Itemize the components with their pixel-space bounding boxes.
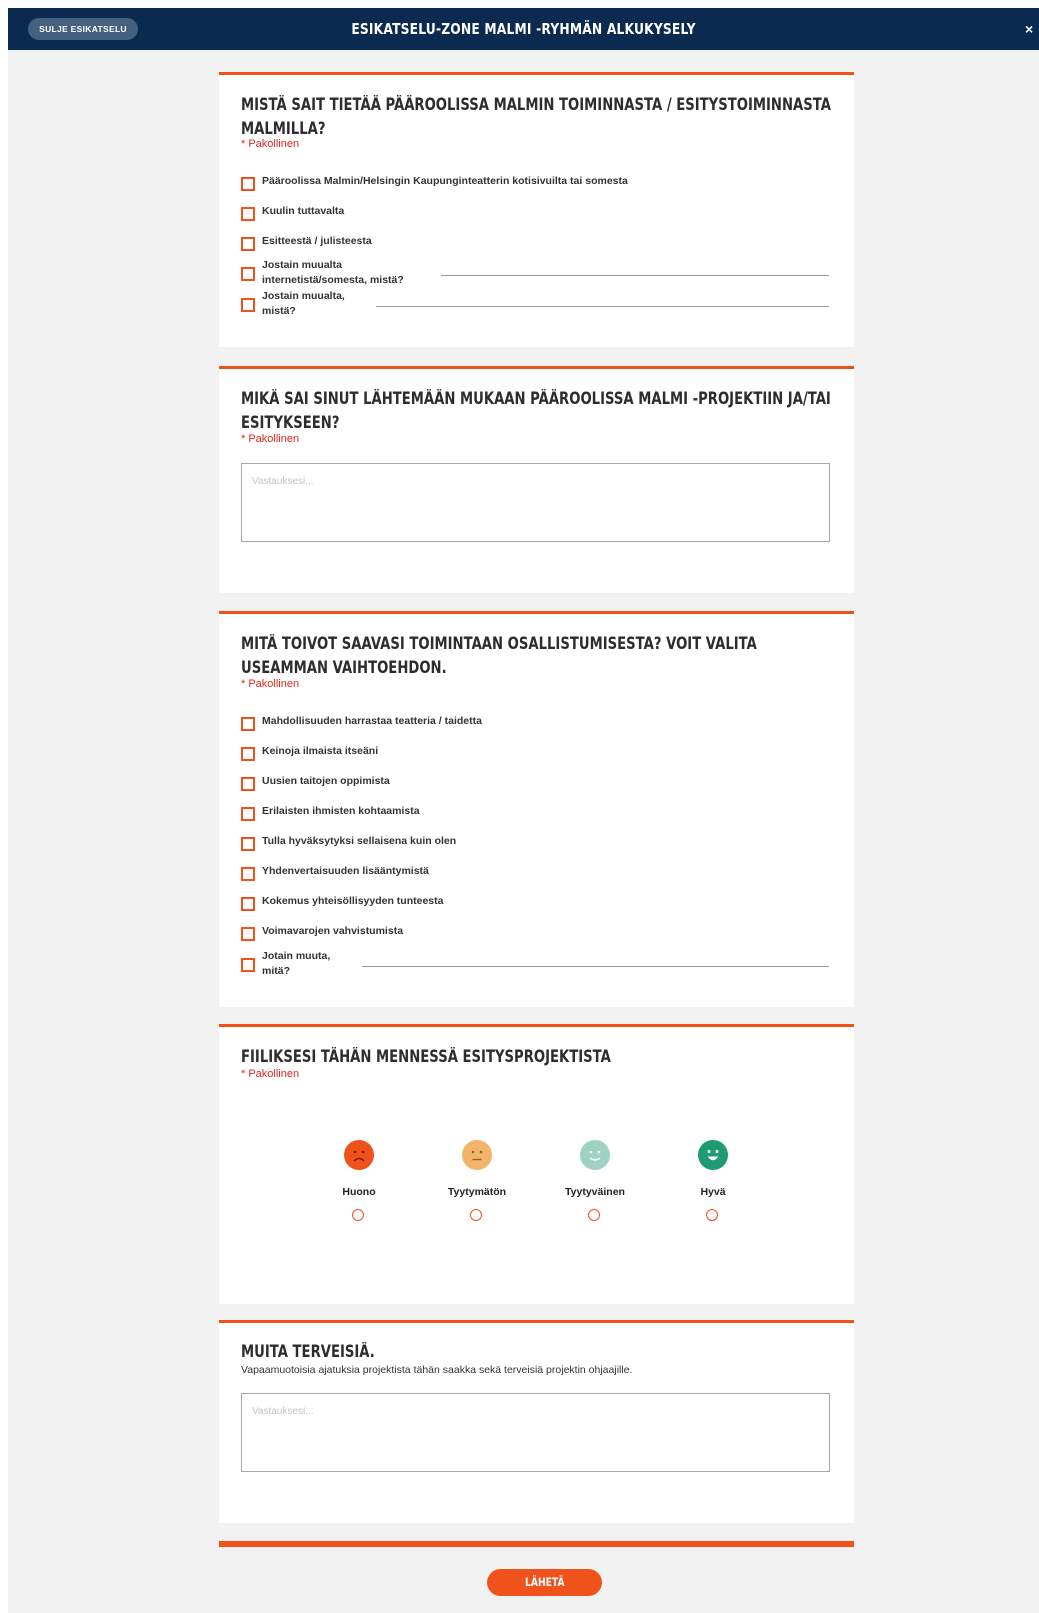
option-label: Jostain muualta internetistä/somesta, mi… <box>262 259 404 286</box>
sad-face-icon <box>344 1140 374 1170</box>
other-text-input[interactable] <box>362 966 829 967</box>
other-text-input[interactable] <box>441 275 829 276</box>
answer-placeholder: Vastauksesi... <box>252 1406 314 1417</box>
question-title: MITÄ TOIVOT SAAVASI TOIMINTAAN OSALLISTU… <box>241 634 757 677</box>
required-label: * Pakollinen <box>241 678 300 690</box>
submit-label: LÄHETÄ <box>524 1575 565 1589</box>
option-label: Pääroolissa Malmin/Helsingin Kaupunginte… <box>262 175 628 187</box>
question-card-2: MIKÄ SAI SINUT LÄHTEMÄÄN MUKAAN PÄÄROOLI… <box>219 366 854 593</box>
option-item-other[interactable]: Jotain muuta, mitä? <box>241 950 831 977</box>
question-title: MUITA TERVEISIÄ. <box>241 1342 375 1361</box>
checkbox[interactable] <box>241 207 255 221</box>
option-label: Kokemus yhteisöllisyyden tunteesta <box>262 895 444 907</box>
option-label: Uusien taitojen oppimista <box>262 775 390 787</box>
checkbox[interactable] <box>241 807 255 821</box>
question-card-3: MITÄ TOIVOT SAAVASI TOIMINTAAN OSALLISTU… <box>219 611 854 1007</box>
close-icon[interactable]: × <box>1025 8 1039 50</box>
checkbox[interactable] <box>241 897 255 911</box>
question-title: MISTÄ SAIT TIETÄÄ PÄÄROOLISSA MALMIN TOI… <box>241 95 831 138</box>
question-card-1: MISTÄ SAIT TIETÄÄ PÄÄROOLISSA MALMIN TOI… <box>219 72 854 347</box>
option-label: Erilaisten ihmisten kohtaamista <box>262 805 420 817</box>
happy-face-icon <box>698 1140 728 1170</box>
rating-radio[interactable] <box>706 1209 718 1221</box>
checkbox[interactable] <box>241 867 255 881</box>
question-title: FIILIKSESI TÄHÄN MENNESSÄ ESITYSPROJEKTI… <box>241 1047 611 1066</box>
submit-button[interactable]: LÄHETÄ <box>487 1569 602 1596</box>
option-item-other-internet[interactable]: Jostain muualta internetistä/somesta, mi… <box>241 259 831 286</box>
question-card-5: MUITA TERVEISIÄ. Vapaamuotoisia ajatuksi… <box>219 1320 854 1523</box>
required-label: * Pakollinen <box>241 138 300 150</box>
preview-header: SULJE ESIKATSELU ESIKATSELU-ZONE MALMI -… <box>8 8 1039 50</box>
option-label: Voimavarojen vahvistumista <box>262 925 404 937</box>
option-label: Kuulin tuttavalta <box>262 205 345 217</box>
question-card-4: FIILIKSESI TÄHÄN MENNESSÄ ESITYSPROJEKTI… <box>219 1024 854 1304</box>
checkbox[interactable] <box>241 177 255 191</box>
checkbox[interactable] <box>241 717 255 731</box>
checkbox[interactable] <box>241 958 255 972</box>
rating-label: Hyvä <box>700 1186 726 1198</box>
rating-radio[interactable] <box>588 1209 600 1221</box>
rating-radio[interactable] <box>470 1209 482 1221</box>
rating-label: Tyytyväinen <box>565 1186 625 1198</box>
checkbox[interactable] <box>241 927 255 941</box>
other-text-input[interactable] <box>376 306 829 307</box>
neutral-face-icon <box>462 1140 492 1170</box>
rating-radio[interactable] <box>352 1209 364 1221</box>
option-item-other[interactable]: Jostain muualta, mistä? <box>241 290 831 317</box>
checkbox[interactable] <box>241 777 255 791</box>
footer-divider <box>219 1541 854 1547</box>
checkbox[interactable] <box>241 298 255 312</box>
answer-textarea[interactable]: Vastauksesi... <box>241 463 830 542</box>
option-label: Tulla hyväksytyksi sellaisena kuin olen <box>262 835 457 847</box>
question-description: Vapaamuotoisia ajatuksia projektista täh… <box>241 1364 633 1376</box>
form-title: ESIKATSELU-ZONE MALMI -RYHMÄN ALKUKYSELY <box>351 20 696 38</box>
smile-face-icon <box>580 1140 610 1170</box>
option-label: Mahdollisuuden harrastaa teatteria / tai… <box>262 715 482 727</box>
rating-label: Tyytymätön <box>447 1186 507 1198</box>
option-label: Yhdenvertaisuuden lisääntymistä <box>262 865 429 877</box>
option-label: Jotain muuta, mitä? <box>262 950 331 977</box>
question-title: MIKÄ SAI SINUT LÄHTEMÄÄN MUKAAN PÄÄROOLI… <box>241 389 831 432</box>
answer-textarea[interactable]: Vastauksesi... <box>241 1393 830 1472</box>
required-label: * Pakollinen <box>241 433 300 445</box>
answer-placeholder: Vastauksesi... <box>252 476 314 487</box>
option-label: Esitteestä / julisteesta <box>262 235 372 247</box>
checkbox[interactable] <box>241 747 255 761</box>
required-label: * Pakollinen <box>241 1068 300 1080</box>
option-label: Jostain muualta, mistä? <box>262 290 345 317</box>
option-label: Keinoja ilmaista itseäni <box>262 745 379 757</box>
checkbox[interactable] <box>241 837 255 851</box>
checkbox[interactable] <box>241 267 255 281</box>
rating-label: Huono <box>342 1186 376 1198</box>
checkbox[interactable] <box>241 237 255 251</box>
